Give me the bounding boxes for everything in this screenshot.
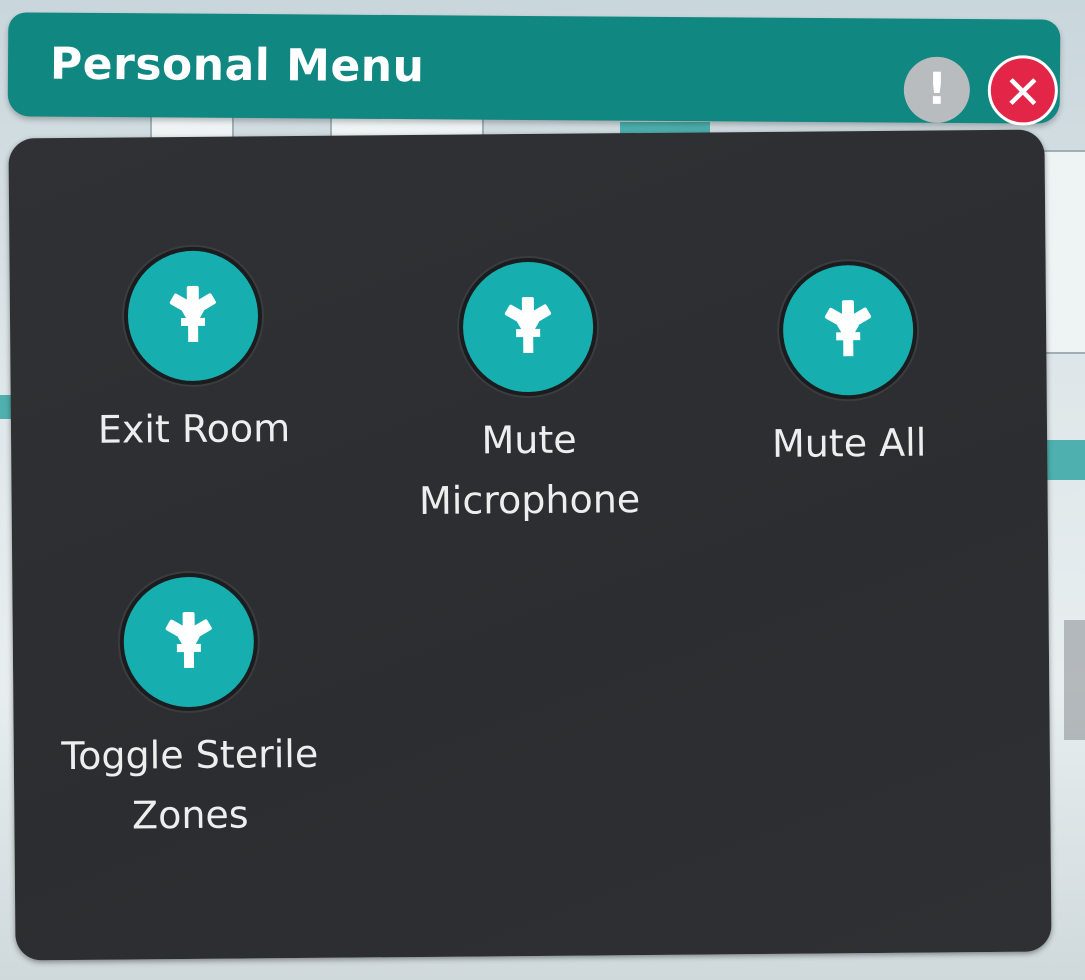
mute-microphone-button[interactable]: Mute Microphone xyxy=(388,257,670,531)
background-object xyxy=(1064,620,1085,740)
asterisk-icon xyxy=(778,260,918,400)
asterisk-icon xyxy=(458,257,598,397)
asterisk-icon xyxy=(119,572,259,712)
info-button[interactable]: ! xyxy=(903,56,971,124)
title-bar: Personal Menu ! ✕ xyxy=(7,12,1061,126)
close-button[interactable]: ✕ xyxy=(987,55,1059,126)
background-wall xyxy=(1040,150,1085,354)
toggle-sterile-zones-button[interactable]: Toggle Sterile Zones xyxy=(38,572,340,847)
menu-panel: Exit Room Mute Microphone Mute All Toggl… xyxy=(8,129,1052,961)
toggle-sterile-zones-label: Toggle Sterile Zones xyxy=(61,731,319,838)
asterisk-icon xyxy=(123,246,263,386)
exit-room-button[interactable]: Exit Room xyxy=(87,246,299,460)
exit-room-label: Exit Room xyxy=(97,406,291,452)
mute-all-label: Mute All xyxy=(771,420,927,466)
mute-microphone-label: Mute Microphone xyxy=(418,417,641,523)
background-stripe xyxy=(1044,440,1085,480)
page-title: Personal Menu xyxy=(49,38,425,93)
mute-all-button[interactable]: Mute All xyxy=(728,260,970,474)
